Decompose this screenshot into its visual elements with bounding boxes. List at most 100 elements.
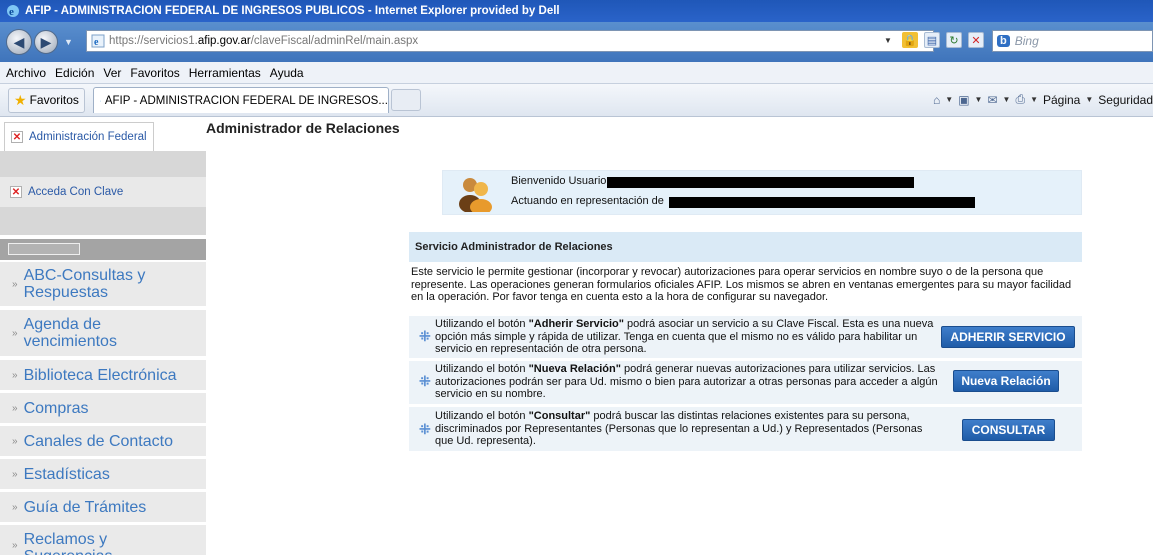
menu-item-label: Reclamos y Sugerencias (23, 531, 113, 555)
welcome-user-text: Bienvenido Usuario (511, 175, 607, 187)
favorites-button[interactable]: ★ Favoritos (8, 87, 85, 113)
expand-plus-icon: ⁜ (419, 373, 431, 389)
ie-logo-icon: e (7, 5, 19, 18)
feeds-dropdown-icon[interactable]: ▼ (975, 95, 983, 104)
home-icon[interactable]: ⌂ (933, 93, 940, 107)
welcome-representation-text: Actuando en representación de (511, 195, 664, 207)
option-text: Utilizando el botón "Nueva Relación" pod… (435, 363, 941, 401)
window-title: AFIP - ADMINISTRACION FEDERAL DE INGRESO… (25, 5, 560, 17)
broken-image-icon: ✕ (11, 131, 23, 143)
page-icon: e (91, 34, 105, 48)
menu-item-label: Guía de Trámites (23, 498, 147, 516)
menu-archivo[interactable]: Archivo (6, 66, 46, 80)
menu-favoritos[interactable]: Favoritos (130, 66, 179, 80)
menu-ayuda[interactable]: Ayuda (270, 66, 304, 80)
bing-logo-icon: b (997, 35, 1010, 47)
search-box[interactable]: b Bing (992, 30, 1153, 52)
expand-plus-icon: ⁜ (419, 328, 431, 344)
star-icon: ★ (14, 91, 27, 108)
bullet-icon: » (12, 501, 18, 513)
bullet-icon: » (12, 435, 18, 447)
option-text-pre: Utilizando el botón (435, 363, 529, 375)
bullet-icon: » (12, 327, 18, 339)
address-dropdown-icon[interactable]: ▼ (880, 32, 896, 48)
nav-search-input[interactable] (8, 243, 80, 255)
menu-item-canales[interactable]: » Canales de Contacto (0, 426, 206, 456)
option-text-bold: "Consultar" (528, 410, 591, 422)
back-button[interactable]: ◀ (6, 29, 32, 55)
forward-button[interactable]: ▶ (34, 30, 58, 54)
expand-plus-icon: ⁜ (419, 421, 431, 437)
menu-item-agenda[interactable]: » Agenda de vencimientos (0, 310, 206, 356)
page-title: Administrador de Relaciones (206, 120, 400, 136)
ie-tab-icon: e (99, 100, 101, 102)
menu-item-label: Agenda de vencimientos (23, 316, 117, 350)
users-avatar-icon (459, 178, 492, 212)
option-text-bold: "Adherir Servicio" (528, 318, 624, 330)
panel-title: Servicio Administrador de Relaciones (409, 232, 1082, 262)
refresh-icon[interactable]: ↻ (946, 32, 962, 48)
option-text: Utilizando el botón "Consultar" podrá bu… (435, 410, 941, 448)
option-row-consultar: ⁜ Utilizando el botón "Consultar" podrá … (409, 407, 1082, 451)
bullet-icon: » (12, 278, 18, 290)
consultar-button[interactable]: CONSULTAR (962, 419, 1055, 441)
redacted-username (607, 177, 914, 188)
adherir-servicio-button[interactable]: ADHERIR SERVICIO (941, 326, 1075, 348)
admin-federal-link[interactable]: ✕ Administración Federal (4, 122, 154, 151)
option-text: Utilizando el botón "Adherir Servicio" p… (435, 318, 941, 356)
menu-item-label: Biblioteca Electrónica (23, 366, 177, 384)
print-icon[interactable]: ⎙ (1015, 92, 1025, 107)
favorites-label: Favoritos (29, 93, 79, 107)
option-text-pre: Utilizando el botón (435, 318, 529, 330)
back-arrow-icon: ◀ (13, 33, 25, 50)
nav-separator (0, 151, 206, 177)
menu-item-estadisticas[interactable]: » Estadísticas (0, 459, 206, 489)
bullet-icon: » (12, 540, 18, 551)
mail-dropdown-icon[interactable]: ▼ (1003, 95, 1011, 104)
left-navigation: ✕ Administración Federal ✕ Acceda Con Cl… (0, 118, 206, 555)
seguridad-menu[interactable]: Seguridad (1098, 93, 1153, 107)
menu-item-reclamos[interactable]: » Reclamos y Sugerencias (0, 525, 206, 555)
menu-item-biblioteca[interactable]: » Biblioteca Electrónica (0, 360, 206, 390)
home-dropdown-icon[interactable]: ▼ (945, 95, 953, 104)
url-host: afip.gov.ar (197, 35, 251, 47)
menu-item-label: Compras (23, 399, 89, 417)
history-dropdown-icon[interactable]: ▼ (64, 37, 73, 47)
navigation-bar: ◀ ▶ ▼ e https://servicios1. afip.gov.ar/c… (0, 22, 1153, 62)
lock-icon[interactable]: 🔒 (902, 32, 918, 48)
menu-item-compras[interactable]: » Compras (0, 393, 206, 423)
option-text-bold: "Nueva Relación" (528, 363, 621, 375)
menu-item-guia[interactable]: » Guía de Trámites (0, 492, 206, 522)
feeds-icon[interactable]: ▣ (958, 93, 969, 107)
address-bar[interactable]: e https://servicios1. afip.gov.ar/claveFi… (86, 30, 934, 52)
svg-text:e: e (94, 37, 99, 48)
mail-icon[interactable]: ✉ (987, 93, 997, 107)
menu-item-label: ABC-Consultas y Respuestas (23, 267, 146, 301)
browser-tab[interactable]: e AFIP - ADMINISTRACION FEDERAL DE INGRE… (92, 87, 389, 113)
nav-search-strip (0, 239, 206, 260)
nueva-relacion-button[interactable]: Nueva Relación (953, 370, 1059, 392)
url-path: /claveFiscal/adminRel/main.aspx (250, 35, 419, 47)
nav-separator (0, 207, 206, 235)
new-tab-button[interactable] (390, 89, 421, 111)
panel-description: Este servicio le permite gestionar (inco… (411, 266, 1072, 303)
menu-ver[interactable]: Ver (103, 66, 121, 80)
menu-edicion[interactable]: Edición (55, 66, 94, 80)
pagina-menu[interactable]: Página (1043, 93, 1080, 107)
option-text-pre: Utilizando el botón (435, 410, 529, 422)
admin-federal-label: Administración Federal (29, 131, 147, 143)
menu-item-abc[interactable]: » ABC-Consultas y Respuestas (0, 262, 206, 306)
tab-title: AFIP - ADMINISTRACION FEDERAL DE INGRESO… (104, 94, 388, 107)
print-dropdown-icon[interactable]: ▼ (1030, 95, 1038, 104)
acceda-label: Acceda Con Clave (28, 186, 124, 198)
url-prefix: https:// (109, 35, 144, 47)
pagina-dropdown-icon[interactable]: ▼ (1085, 95, 1093, 104)
menu-herramientas[interactable]: Herramientas (189, 66, 261, 80)
stop-icon[interactable]: ✕ (968, 32, 984, 48)
welcome-box: Bienvenido Usuario Actuando en represent… (442, 170, 1082, 215)
acceda-con-clave-link[interactable]: ✕ Acceda Con Clave (0, 177, 206, 207)
compatibility-icon[interactable]: ▤ (924, 32, 940, 48)
svg-text:e: e (9, 6, 14, 18)
option-row-adherir: ⁜ Utilizando el botón "Adherir Servicio"… (409, 316, 1082, 358)
window-titlebar: e AFIP - ADMINISTRACION FEDERAL DE INGRE… (0, 0, 1153, 22)
